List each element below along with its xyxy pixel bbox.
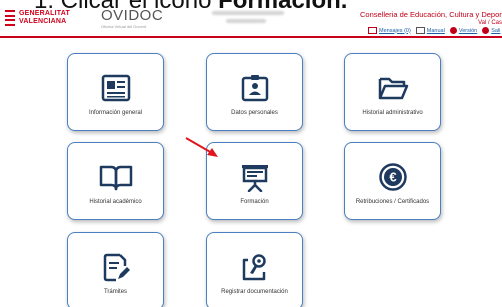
pointer-arrow: [185, 137, 218, 157]
